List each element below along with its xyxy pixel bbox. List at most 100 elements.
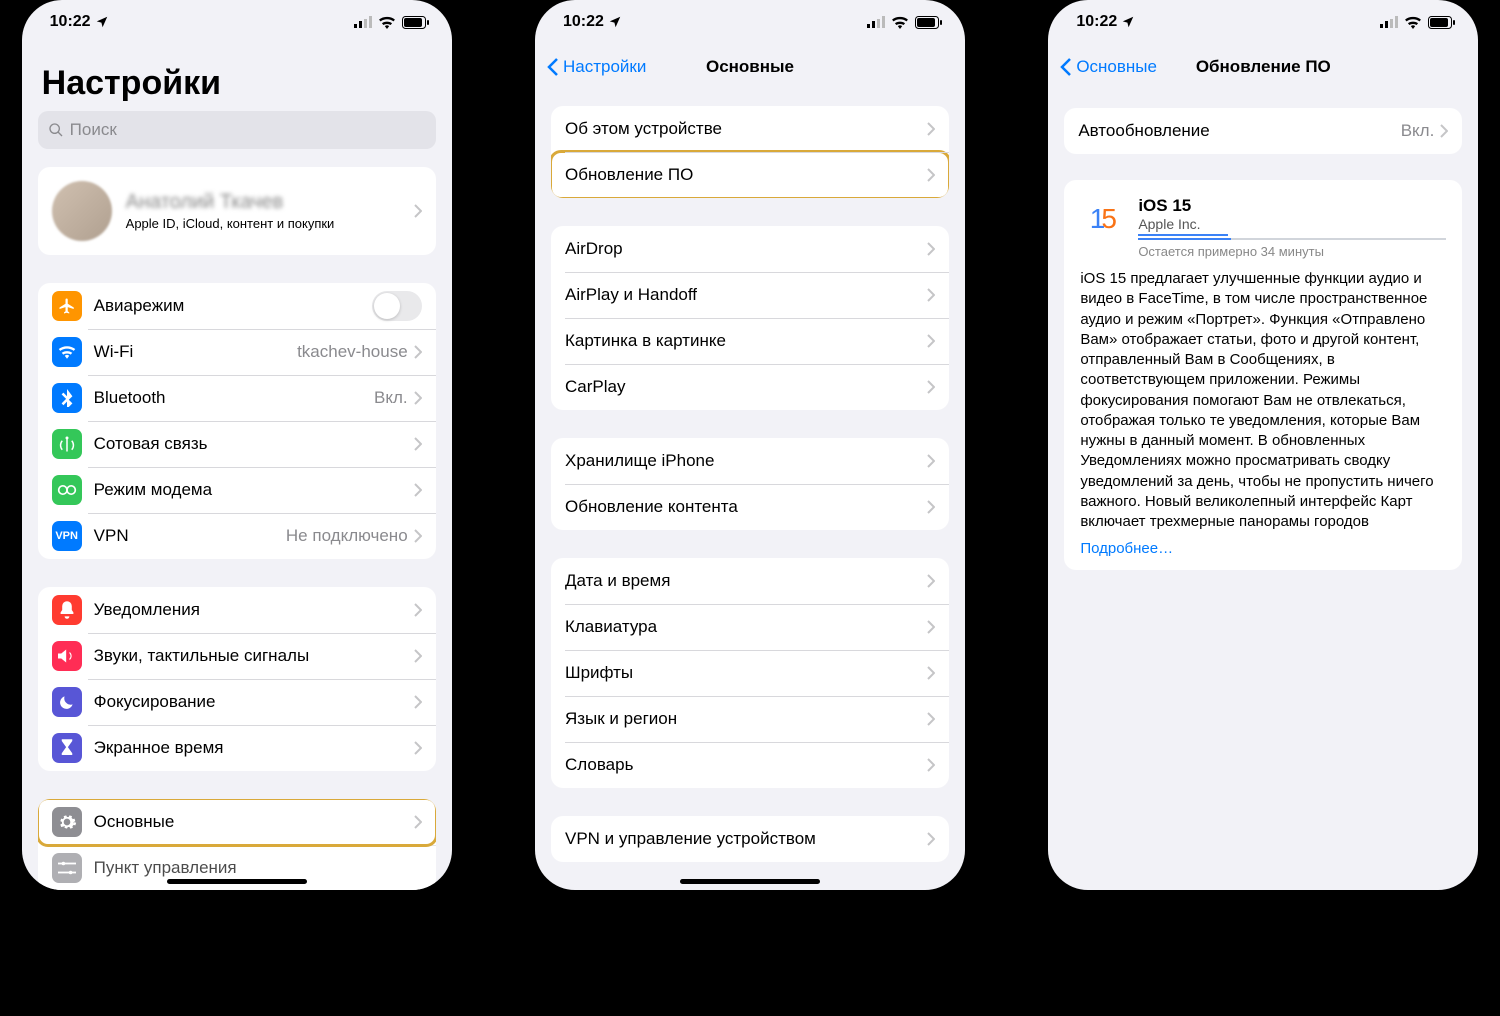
antenna-icon xyxy=(52,429,82,459)
screentime-row[interactable]: Экранное время xyxy=(38,725,436,771)
chevron-right-icon xyxy=(927,832,935,846)
airplane-icon xyxy=(52,291,82,321)
moon-icon xyxy=(52,687,82,717)
status-time: 10:22 xyxy=(563,13,604,31)
signal-icon xyxy=(354,16,372,28)
learn-more-link[interactable]: Подробнее… xyxy=(1080,540,1173,557)
chevron-right-icon xyxy=(927,574,935,588)
status-time: 10:22 xyxy=(50,13,91,31)
hotspot-row[interactable]: Режим модема xyxy=(38,467,436,513)
update-eta: Остается примерно 34 минуты xyxy=(1138,244,1446,259)
pip-row[interactable]: Картинка в картинке xyxy=(551,318,949,364)
software-update-screen: 10:22 Основные Обновление ПО Автообновле… xyxy=(1048,0,1478,890)
software-update-row[interactable]: Обновление ПО xyxy=(551,152,949,198)
update-description: iOS 15 предлагает улучшенные функции ауд… xyxy=(1080,269,1446,532)
search-icon xyxy=(48,122,64,138)
battery-icon xyxy=(1428,16,1456,29)
update-vendor: Apple Inc. xyxy=(1138,216,1228,236)
cellular-row[interactable]: Сотовая связь xyxy=(38,421,436,467)
chevron-right-icon xyxy=(414,649,422,663)
bluetooth-row[interactable]: Bluetooth Вкл. xyxy=(38,375,436,421)
gear-icon xyxy=(52,807,82,837)
chevron-right-icon xyxy=(414,603,422,617)
status-bar: 10:22 xyxy=(1048,0,1478,44)
chevron-right-icon xyxy=(927,334,935,348)
chevron-right-icon xyxy=(927,242,935,256)
search-input[interactable]: Поиск xyxy=(38,111,436,149)
chevron-right-icon xyxy=(414,815,422,829)
signal-icon xyxy=(867,16,885,28)
battery-icon xyxy=(915,16,943,29)
chevron-right-icon xyxy=(927,122,935,136)
bluetooth-icon xyxy=(52,383,82,413)
general-screen: 10:22 Настройки Основные Об этом устройс… xyxy=(535,0,965,890)
wifi-icon xyxy=(891,16,909,29)
hourglass-icon xyxy=(52,733,82,763)
page-title: Настройки xyxy=(38,44,436,111)
wifi-icon xyxy=(52,337,82,367)
wifi-icon xyxy=(378,16,396,29)
back-button[interactable]: Настройки xyxy=(547,57,646,77)
chevron-right-icon xyxy=(414,483,422,497)
avatar xyxy=(52,181,112,241)
chevron-right-icon xyxy=(414,741,422,755)
focus-row[interactable]: Фокусирование xyxy=(38,679,436,725)
datetime-row[interactable]: Дата и время xyxy=(551,558,949,604)
vpn-icon: VPN xyxy=(52,521,82,551)
chevron-right-icon xyxy=(414,391,422,405)
chevron-right-icon xyxy=(414,695,422,709)
chevron-right-icon xyxy=(414,204,422,218)
profile-subtitle: Apple ID, iCloud, контент и покупки xyxy=(126,216,414,231)
chevron-right-icon xyxy=(927,288,935,302)
vpn-management-row[interactable]: VPN и управление устройством xyxy=(551,816,949,862)
chevron-right-icon xyxy=(927,500,935,514)
chevron-left-icon xyxy=(547,57,559,77)
wifi-row[interactable]: Wi-Fi tkachev-house xyxy=(38,329,436,375)
profile-name: Анатолий Ткачев xyxy=(126,191,414,214)
fonts-row[interactable]: Шрифты xyxy=(551,650,949,696)
nav-bar: Основные Обновление ПО xyxy=(1048,44,1478,90)
airplane-mode-row[interactable]: Авиарежим xyxy=(38,283,436,329)
chevron-right-icon xyxy=(414,529,422,543)
sounds-row[interactable]: Звуки, тактильные сигналы xyxy=(38,633,436,679)
update-card: 15 iOS 15 Apple Inc. Остается примерно 3… xyxy=(1064,180,1462,570)
chevron-right-icon xyxy=(927,168,935,182)
dictionary-row[interactable]: Словарь xyxy=(551,742,949,788)
home-indicator[interactable] xyxy=(680,879,820,884)
chevron-right-icon xyxy=(927,380,935,394)
download-progress xyxy=(1138,238,1446,240)
apple-id-row[interactable]: Анатолий Ткачев Apple ID, iCloud, контен… xyxy=(38,167,436,255)
settings-root-screen: 10:22 Настройки Поиск Анатолий Ткачев Ap… xyxy=(22,0,452,890)
home-indicator[interactable] xyxy=(167,879,307,884)
airdrop-row[interactable]: AirDrop xyxy=(551,226,949,272)
ios15-icon: 15 xyxy=(1080,196,1126,242)
chevron-right-icon xyxy=(414,345,422,359)
keyboard-row[interactable]: Клавиатура xyxy=(551,604,949,650)
storage-row[interactable]: Хранилище iPhone xyxy=(551,438,949,484)
airplay-row[interactable]: AirPlay и Handoff xyxy=(551,272,949,318)
nav-bar: Настройки Основные xyxy=(535,44,965,90)
chevron-right-icon xyxy=(414,437,422,451)
bell-icon xyxy=(52,595,82,625)
auto-update-row[interactable]: Автообновление Вкл. xyxy=(1064,108,1462,154)
language-row[interactable]: Язык и регион xyxy=(551,696,949,742)
general-row[interactable]: Основные xyxy=(38,799,436,845)
wifi-icon xyxy=(1404,16,1422,29)
search-placeholder: Поиск xyxy=(70,120,117,140)
carplay-row[interactable]: CarPlay xyxy=(551,364,949,410)
notifications-row[interactable]: Уведомления xyxy=(38,587,436,633)
status-bar: 10:22 xyxy=(22,0,452,44)
status-bar: 10:22 xyxy=(535,0,965,44)
chevron-right-icon xyxy=(927,666,935,680)
airplane-switch[interactable] xyxy=(372,291,422,321)
about-row[interactable]: Об этом устройстве xyxy=(551,106,949,152)
background-refresh-row[interactable]: Обновление контента xyxy=(551,484,949,530)
back-button[interactable]: Основные xyxy=(1060,57,1157,77)
location-icon xyxy=(1121,15,1135,29)
sliders-icon xyxy=(52,853,82,883)
vpn-row[interactable]: VPN VPN Не подключено xyxy=(38,513,436,559)
chevron-right-icon xyxy=(927,712,935,726)
signal-icon xyxy=(1380,16,1398,28)
speaker-icon xyxy=(52,641,82,671)
status-time: 10:22 xyxy=(1076,13,1117,31)
